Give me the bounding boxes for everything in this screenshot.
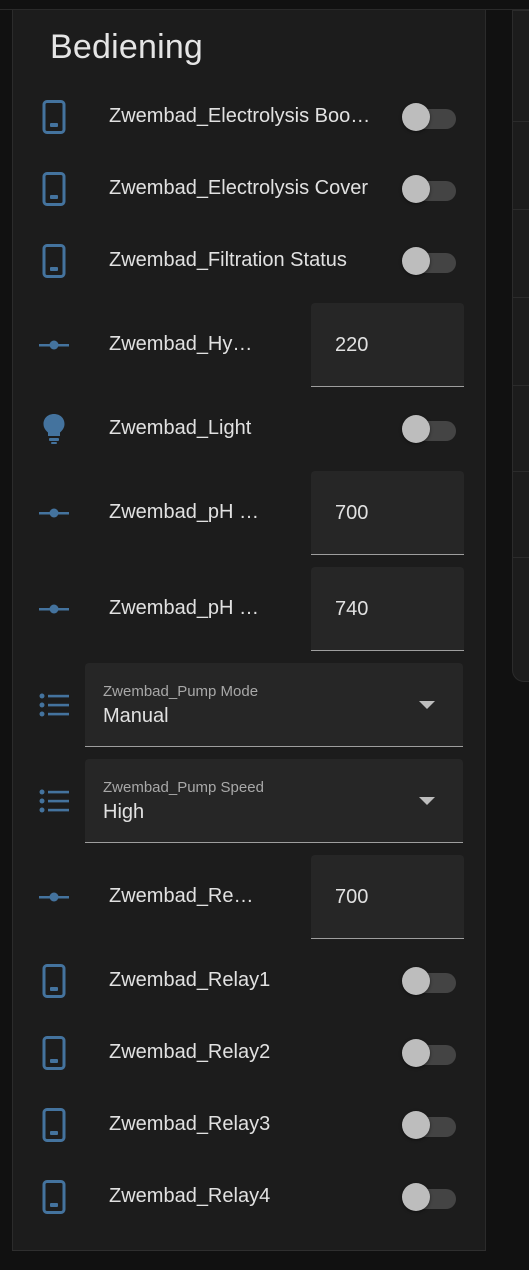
- phone-icon[interactable]: [38, 100, 70, 134]
- entity-label[interactable]: Zwembad_Electrolysis Cover: [109, 177, 368, 200]
- card-bottom-divider: [12, 1250, 486, 1251]
- toggle-thumb: [402, 247, 430, 275]
- number-value: 740: [335, 598, 369, 620]
- entity-label[interactable]: Zwembad_Light: [109, 417, 251, 440]
- dropdown-arrow-icon[interactable]: [419, 797, 435, 805]
- toggle-switch[interactable]: [400, 102, 458, 132]
- select-value: Manual: [103, 705, 169, 727]
- number-value: 700: [335, 886, 369, 908]
- entity-label[interactable]: Zwembad_pH …: [109, 597, 259, 620]
- adjacent-card: [512, 10, 529, 682]
- entity-label[interactable]: Zwembad_Re…: [109, 885, 254, 908]
- number-input[interactable]: 700: [311, 471, 464, 555]
- entity-label[interactable]: Zwembad_Relay3: [109, 1113, 270, 1136]
- toggle-thumb: [402, 175, 430, 203]
- number-input[interactable]: 700: [311, 855, 464, 939]
- toggle-switch[interactable]: [400, 246, 458, 276]
- number-input[interactable]: 220: [311, 303, 464, 387]
- entity-label[interactable]: Zwembad_Electrolysis Boo…: [109, 105, 370, 128]
- card-title: Bediening: [50, 28, 204, 66]
- slider-icon[interactable]: [38, 329, 70, 361]
- select-label: Zwembad_Pump Speed: [103, 779, 264, 796]
- toggle-thumb: [402, 1039, 430, 1067]
- phone-icon[interactable]: [38, 964, 70, 998]
- select-value: High: [103, 801, 145, 823]
- adjacent-card-divider: [513, 557, 529, 558]
- adjacent-card-divider: [513, 209, 529, 210]
- number-value: 700: [335, 502, 369, 524]
- toggle-switch[interactable]: [400, 1110, 458, 1140]
- number-value: 220: [335, 334, 369, 356]
- adjacent-card-divider: [513, 385, 529, 386]
- phone-icon[interactable]: [38, 1108, 70, 1142]
- select-field[interactable]: Zwembad_Pump Speed High: [85, 759, 463, 843]
- toggle-switch[interactable]: [400, 1182, 458, 1212]
- entity-label[interactable]: Zwembad_Filtration Status: [109, 249, 347, 272]
- adjacent-card-divider: [513, 297, 529, 298]
- entity-label[interactable]: Zwembad_Relay4: [109, 1185, 270, 1208]
- number-input[interactable]: 740: [311, 567, 464, 651]
- entity-label[interactable]: Zwembad_Relay1: [109, 969, 270, 992]
- select-field[interactable]: Zwembad_Pump Mode Manual: [85, 663, 463, 747]
- slider-icon[interactable]: [38, 593, 70, 625]
- toggle-thumb: [402, 415, 430, 443]
- phone-icon[interactable]: [38, 172, 70, 206]
- toggle-switch[interactable]: [400, 966, 458, 996]
- phone-icon[interactable]: [38, 244, 70, 278]
- toggle-switch[interactable]: [400, 174, 458, 204]
- lightbulb-icon[interactable]: [38, 413, 70, 445]
- toggle-thumb: [402, 103, 430, 131]
- phone-icon[interactable]: [38, 1180, 70, 1214]
- top-divider: [0, 0, 529, 10]
- slider-icon[interactable]: [38, 497, 70, 529]
- phone-icon[interactable]: [38, 1036, 70, 1070]
- list-icon[interactable]: [38, 785, 70, 817]
- adjacent-card-divider: [513, 471, 529, 472]
- toggle-thumb: [402, 1111, 430, 1139]
- entity-label[interactable]: Zwembad_pH …: [109, 501, 259, 524]
- toggle-thumb: [402, 967, 430, 995]
- toggle-switch[interactable]: [400, 1038, 458, 1068]
- select-label: Zwembad_Pump Mode: [103, 683, 259, 700]
- toggle-thumb: [402, 1183, 430, 1211]
- entity-label[interactable]: Zwembad_Hy…: [109, 333, 252, 356]
- toggle-switch[interactable]: [400, 414, 458, 444]
- slider-icon[interactable]: [38, 881, 70, 913]
- list-icon[interactable]: [38, 689, 70, 721]
- adjacent-card-divider: [513, 121, 529, 122]
- entity-label[interactable]: Zwembad_Relay2: [109, 1041, 270, 1064]
- dropdown-arrow-icon[interactable]: [419, 701, 435, 709]
